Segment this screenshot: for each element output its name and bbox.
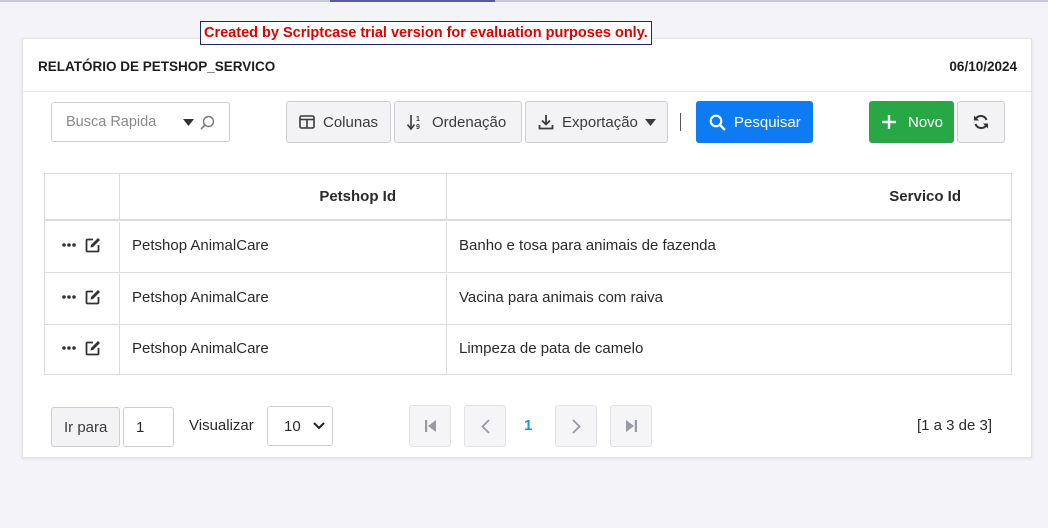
edit-icon[interactable] xyxy=(85,237,101,253)
quick-search-input[interactable] xyxy=(52,103,177,141)
sort-icon: 19 xyxy=(407,115,420,130)
table-row: Petshop AnimalCare Limpeza de pata de ca… xyxy=(45,325,1011,375)
top-progress-line xyxy=(0,0,1048,2)
report-title: RELATÓRIO DE PETSHOP_SERVICO xyxy=(38,59,276,74)
row-actions-cell xyxy=(45,222,120,272)
ellipsis-icon[interactable] xyxy=(62,295,76,299)
next-page-button[interactable] xyxy=(555,405,597,447)
cell-petshop-id: Petshop AnimalCare xyxy=(120,222,447,272)
column-header-servico-id[interactable]: Servico Id xyxy=(447,174,1011,219)
caret-down-icon xyxy=(644,118,656,126)
first-page-button[interactable] xyxy=(409,405,451,447)
card-header: RELATÓRIO DE PETSHOP_SERVICO 06/10/2024 xyxy=(23,39,1031,92)
report-date: 06/10/2024 xyxy=(949,59,1017,74)
export-button-label: Exportação xyxy=(562,113,638,131)
cell-petshop-id: Petshop AnimalCare xyxy=(120,274,447,324)
new-button-label: Novo xyxy=(908,113,944,131)
chevron-right-icon xyxy=(571,418,581,434)
refresh-icon xyxy=(974,114,988,130)
search-button-label: Pesquisar xyxy=(734,113,801,131)
ellipsis-icon[interactable] xyxy=(62,243,76,247)
svg-text:9: 9 xyxy=(416,124,420,130)
cell-servico-id: Banho e tosa para animais de fazenda xyxy=(459,236,716,254)
row-actions-cell xyxy=(45,274,120,324)
magnifier-icon xyxy=(709,114,726,131)
download-icon xyxy=(538,115,554,130)
table-row: Petshop AnimalCare Vacina para animais c… xyxy=(45,274,1011,325)
header-actions-cell xyxy=(45,174,120,219)
sort-button-label: Ordenação xyxy=(432,113,507,131)
refresh-button[interactable] xyxy=(957,101,1005,143)
current-page-link[interactable]: 1 xyxy=(524,417,532,434)
last-page-icon xyxy=(625,420,637,432)
goto-page-input[interactable] xyxy=(123,407,174,447)
data-grid: Petshop Id Servico Id Petshop AnimalCare… xyxy=(44,173,1012,375)
view-label: Visualizar xyxy=(189,417,254,434)
edit-icon[interactable] xyxy=(85,340,101,356)
plus-icon xyxy=(882,115,896,129)
quick-search[interactable] xyxy=(51,102,230,142)
column-header-petshop-id[interactable]: Petshop Id xyxy=(120,174,447,219)
svg-text:1: 1 xyxy=(416,116,420,123)
trial-banner: Created by Scriptcase trial version for … xyxy=(200,21,652,45)
columns-icon xyxy=(299,115,315,129)
row-actions-cell xyxy=(45,325,120,375)
grid-header-row: Petshop Id Servico Id xyxy=(45,174,1011,221)
last-page-button[interactable] xyxy=(610,405,652,447)
goto-page-button[interactable]: Ir para xyxy=(51,407,120,447)
cell-servico-id: Limpeza de pata de camelo xyxy=(459,339,644,357)
toolbar-separator xyxy=(680,113,681,131)
first-page-icon xyxy=(424,420,436,432)
chevron-left-icon xyxy=(480,418,490,434)
table-row: Petshop AnimalCare Banho e tosa para ani… xyxy=(45,222,1011,273)
new-button[interactable]: Novo xyxy=(869,101,954,143)
search-button[interactable]: Pesquisar xyxy=(696,101,813,143)
top-progress-accent xyxy=(330,0,495,2)
sort-button[interactable]: 19 Ordenação xyxy=(394,101,522,143)
cell-servico-id: Vacina para animais com raiva xyxy=(459,288,663,306)
cell-petshop-id: Petshop AnimalCare xyxy=(120,325,447,375)
caret-down-icon[interactable] xyxy=(183,119,194,126)
magnifier-icon[interactable] xyxy=(200,115,215,130)
per-page-value: 10 xyxy=(284,417,301,435)
chevron-down-icon xyxy=(313,422,325,430)
ellipsis-icon[interactable] xyxy=(62,346,76,350)
report-card: RELATÓRIO DE PETSHOP_SERVICO 06/10/2024 … xyxy=(22,38,1032,458)
columns-button[interactable]: Colunas xyxy=(286,101,391,143)
prev-page-button[interactable] xyxy=(464,405,506,447)
edit-icon[interactable] xyxy=(85,289,101,305)
per-page-select[interactable]: 10 xyxy=(267,406,333,446)
record-range-info: [1 a 3 de 3] xyxy=(916,417,992,434)
columns-button-label: Colunas xyxy=(323,113,379,131)
export-button[interactable]: Exportação xyxy=(525,101,668,143)
